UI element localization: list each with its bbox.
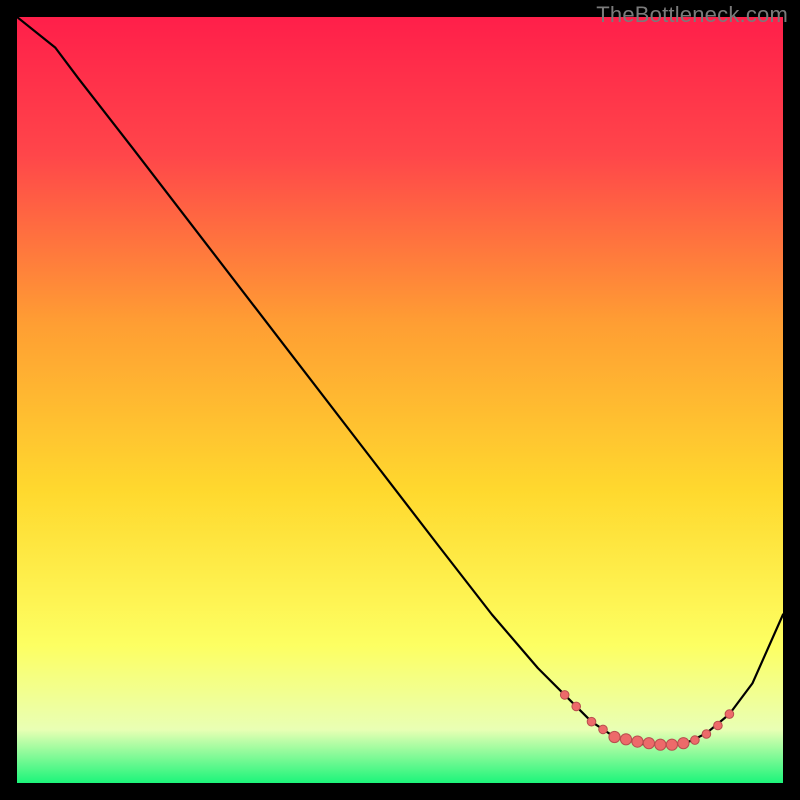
curve-marker-dot [632,736,643,747]
curve-marker-dot [643,738,654,749]
chart-svg [17,17,783,783]
curve-marker-dot [609,731,620,742]
chart-frame: TheBottleneck.com [0,0,800,800]
heatmap-background [17,17,783,783]
curve-marker-dot [691,736,700,745]
curve-marker-dot [599,725,608,734]
curve-marker-dot [666,739,677,750]
curve-marker-dot [572,702,581,711]
curve-marker-dot [560,691,569,700]
curve-marker-dot [702,730,711,739]
curve-marker-dot [587,717,596,726]
curve-marker-dot [725,710,734,719]
watermark-text: TheBottleneck.com [596,2,788,28]
curve-marker-dot [714,721,723,730]
curve-marker-dot [655,739,666,750]
curve-marker-dot [620,734,631,745]
curve-marker-dot [678,738,689,749]
